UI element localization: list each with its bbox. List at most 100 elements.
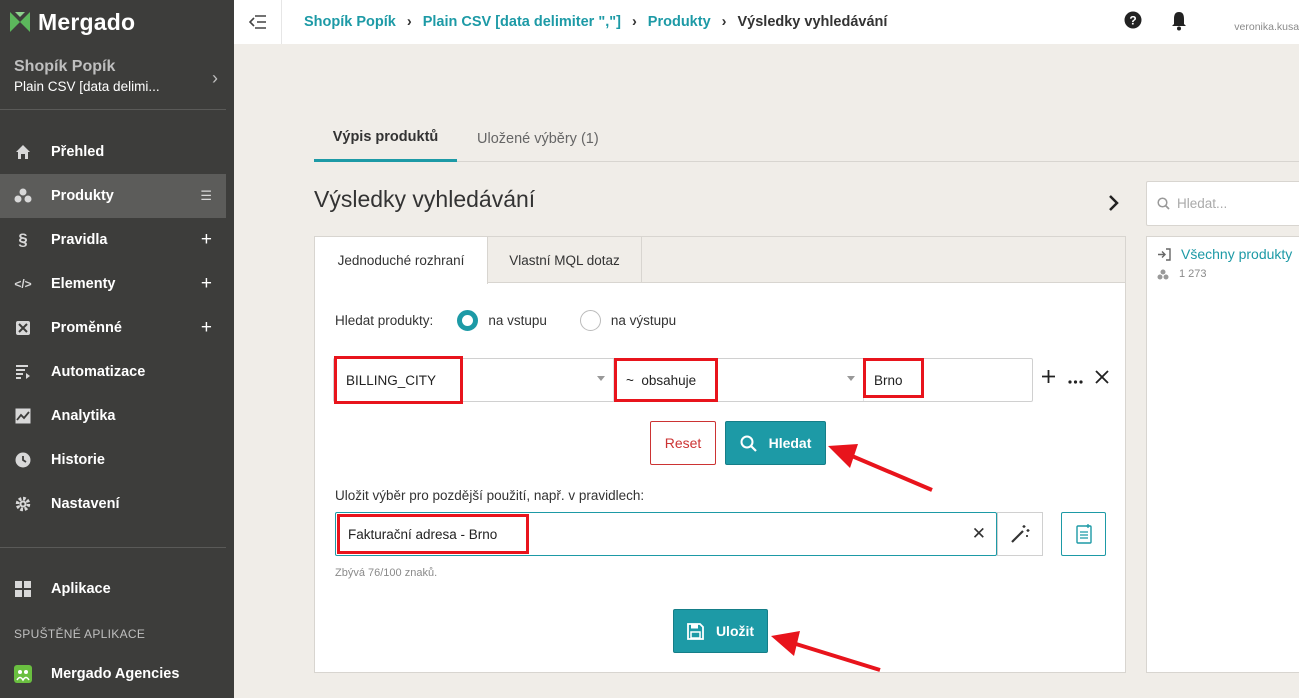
selections-panel: Všechny produkty 1 273: [1146, 236, 1299, 673]
add-element-button[interactable]: +: [201, 273, 212, 295]
sidebar-item-label: Elementy: [51, 276, 116, 292]
sidebar-item-analytika[interactable]: Analytika: [0, 394, 226, 438]
tab-simple-interface[interactable]: Jednoduché rozhraní: [315, 237, 488, 284]
sidebar-item-label: Analytika: [51, 408, 116, 424]
sidebar-item-label: Produkty: [51, 188, 114, 204]
breadcrumb-products[interactable]: Produkty: [648, 14, 711, 30]
top-icons: ?: [1124, 11, 1188, 36]
bell-icon[interactable]: [1170, 11, 1188, 36]
sign-in-icon: [1158, 247, 1171, 261]
breadcrumb-separator-icon: ›: [631, 14, 637, 30]
shop-switcher[interactable]: Shopík Popík Plain CSV [data delimi... ›: [14, 58, 218, 94]
sidebar-item-label: Automatizace: [51, 364, 146, 380]
tab-product-list[interactable]: Výpis produktů: [314, 115, 457, 162]
caret-down-icon: [847, 376, 855, 381]
sidebar-item-aplikace[interactable]: Aplikace: [0, 567, 226, 611]
search-mode-tabs: Jednoduché rozhraní Vlastní MQL dotaz: [315, 237, 1125, 284]
mergado-logo-icon: [10, 12, 30, 32]
sidebar-item-label: Aplikace: [51, 581, 111, 597]
remove-condition-icon[interactable]: [1095, 367, 1109, 390]
more-options-icon[interactable]: [1068, 367, 1083, 390]
search-button-label: Hledat: [768, 435, 812, 451]
annotation-highlight-field: [334, 356, 463, 404]
shop-name: Shopík Popík: [14, 58, 116, 75]
reset-button[interactable]: Reset: [650, 421, 716, 465]
main-tabs: Výpis produktů Uložené výběry (1): [314, 115, 1299, 162]
sidebar-item-nastaveni[interactable]: Nastavení: [0, 482, 226, 526]
sidebar-divider: [0, 109, 226, 110]
caret-down-icon: [597, 376, 605, 381]
sidebar-item-label: Přehled: [51, 144, 105, 160]
search-icon: [1157, 197, 1170, 210]
code-icon: </>: [14, 277, 32, 291]
selection-list-button[interactable]: [1061, 512, 1106, 556]
sidebar-item-label: Historie: [51, 452, 105, 468]
selections-search-input[interactable]: Hledat...: [1146, 181, 1299, 226]
search-card: Jednoduché rozhraní Vlastní MQL dotaz Hl…: [314, 236, 1126, 673]
sidebar-divider: [0, 547, 226, 548]
collapse-sidebar-button[interactable]: [234, 0, 282, 44]
page-title: Výsledky vyhledávání: [314, 186, 536, 212]
paragraph-icon: §: [18, 230, 28, 249]
boxes-icon: [14, 187, 32, 205]
breadcrumb-separator-icon: ›: [721, 14, 727, 30]
sidebar-item-prehled[interactable]: Přehled: [0, 130, 226, 174]
chart-icon: [14, 407, 32, 425]
running-apps-heading: SPUŠTĚNÉ APLIKACE: [14, 627, 146, 641]
save-button[interactable]: Uložit: [673, 609, 768, 653]
sidebar-item-pravidla[interactable]: § Pravidla +: [0, 218, 226, 262]
gear-icon: [14, 495, 32, 513]
project-name: Plain CSV [data delimi...: [14, 79, 160, 94]
radio-output-label[interactable]: na výstupu: [611, 313, 676, 328]
sidebar-item-produkty[interactable]: Produkty ☰: [0, 174, 226, 218]
sidebar-item-historie[interactable]: Historie: [0, 438, 226, 482]
sidebar-item-label: Nastavení: [51, 496, 120, 512]
logo[interactable]: Mergado: [0, 0, 234, 44]
logo-text: Mergado: [38, 8, 136, 35]
expand-panel-icon[interactable]: [1108, 194, 1120, 218]
selection-product-count: 1 273: [1157, 268, 1207, 280]
clear-input-icon[interactable]: ✕: [972, 524, 986, 544]
topbar: Shopík Popík › Plain CSV [data delimiter…: [234, 0, 1299, 44]
filter-row-actions: [1041, 367, 1109, 390]
add-variable-button[interactable]: +: [201, 317, 212, 339]
sidebar-item-elementy[interactable]: </> Elementy +: [0, 262, 226, 306]
tab-custom-mql[interactable]: Vlastní MQL dotaz: [488, 237, 642, 283]
radio-output[interactable]: [579, 310, 601, 331]
radio-input[interactable]: [457, 310, 479, 331]
user-email: veronika.kusalik: [1234, 21, 1299, 33]
sidebar-item-automatizace[interactable]: Automatizace: [0, 350, 226, 394]
boxes-icon: [1157, 269, 1169, 279]
breadcrumb-current: Výsledky vyhledávání: [737, 14, 888, 30]
chars-remaining: Zbývá 76/100 znaků.: [335, 567, 438, 579]
radio-input-label[interactable]: na vstupu: [488, 313, 547, 328]
sidebar-item-label: Proměnné: [51, 320, 122, 336]
add-rule-button[interactable]: +: [201, 229, 212, 251]
magic-wand-icon: [1011, 525, 1030, 543]
add-condition-icon[interactable]: [1041, 367, 1056, 390]
user-initial: V: [1234, 4, 1299, 19]
search-icon: [740, 435, 757, 452]
document-icon: [1075, 524, 1092, 544]
search-mode-radios: Hledat produkty: na vstupu na výstupu: [335, 310, 676, 331]
generate-name-button[interactable]: [997, 512, 1043, 556]
user-menu[interactable]: V veronika.kusalik: [1234, 4, 1299, 33]
help-icon[interactable]: ?: [1124, 11, 1142, 36]
tab-saved-selections[interactable]: Uložené výběry (1): [477, 115, 599, 162]
collapse-menu-icon: [248, 15, 266, 29]
search-button[interactable]: Hledat: [725, 421, 826, 465]
search-mode-label: Hledat produkty:: [335, 313, 434, 328]
annotation-highlight-operator: [614, 358, 718, 402]
variable-icon: [14, 319, 32, 337]
list-icon[interactable]: ☰: [200, 188, 212, 204]
svg-text:?: ?: [1129, 14, 1136, 28]
breadcrumb-separator-icon: ›: [406, 14, 412, 30]
breadcrumb-shop[interactable]: Shopík Popík: [304, 14, 396, 30]
breadcrumb-project[interactable]: Plain CSV [data delimiter ","]: [423, 14, 621, 30]
selection-all-products[interactable]: Všechny produkty: [1157, 246, 1292, 262]
breadcrumb: Shopík Popík › Plain CSV [data delimiter…: [304, 14, 887, 30]
sidebar-item-label: Mergado Agencies: [51, 666, 180, 682]
save-selection-label: Uložit výběr pro pozdější použití, např.…: [335, 488, 645, 503]
sidebar-item-mergado-agencies[interactable]: Mergado Agencies: [0, 652, 226, 696]
sidebar-item-promenne[interactable]: Proměnné +: [0, 306, 226, 350]
